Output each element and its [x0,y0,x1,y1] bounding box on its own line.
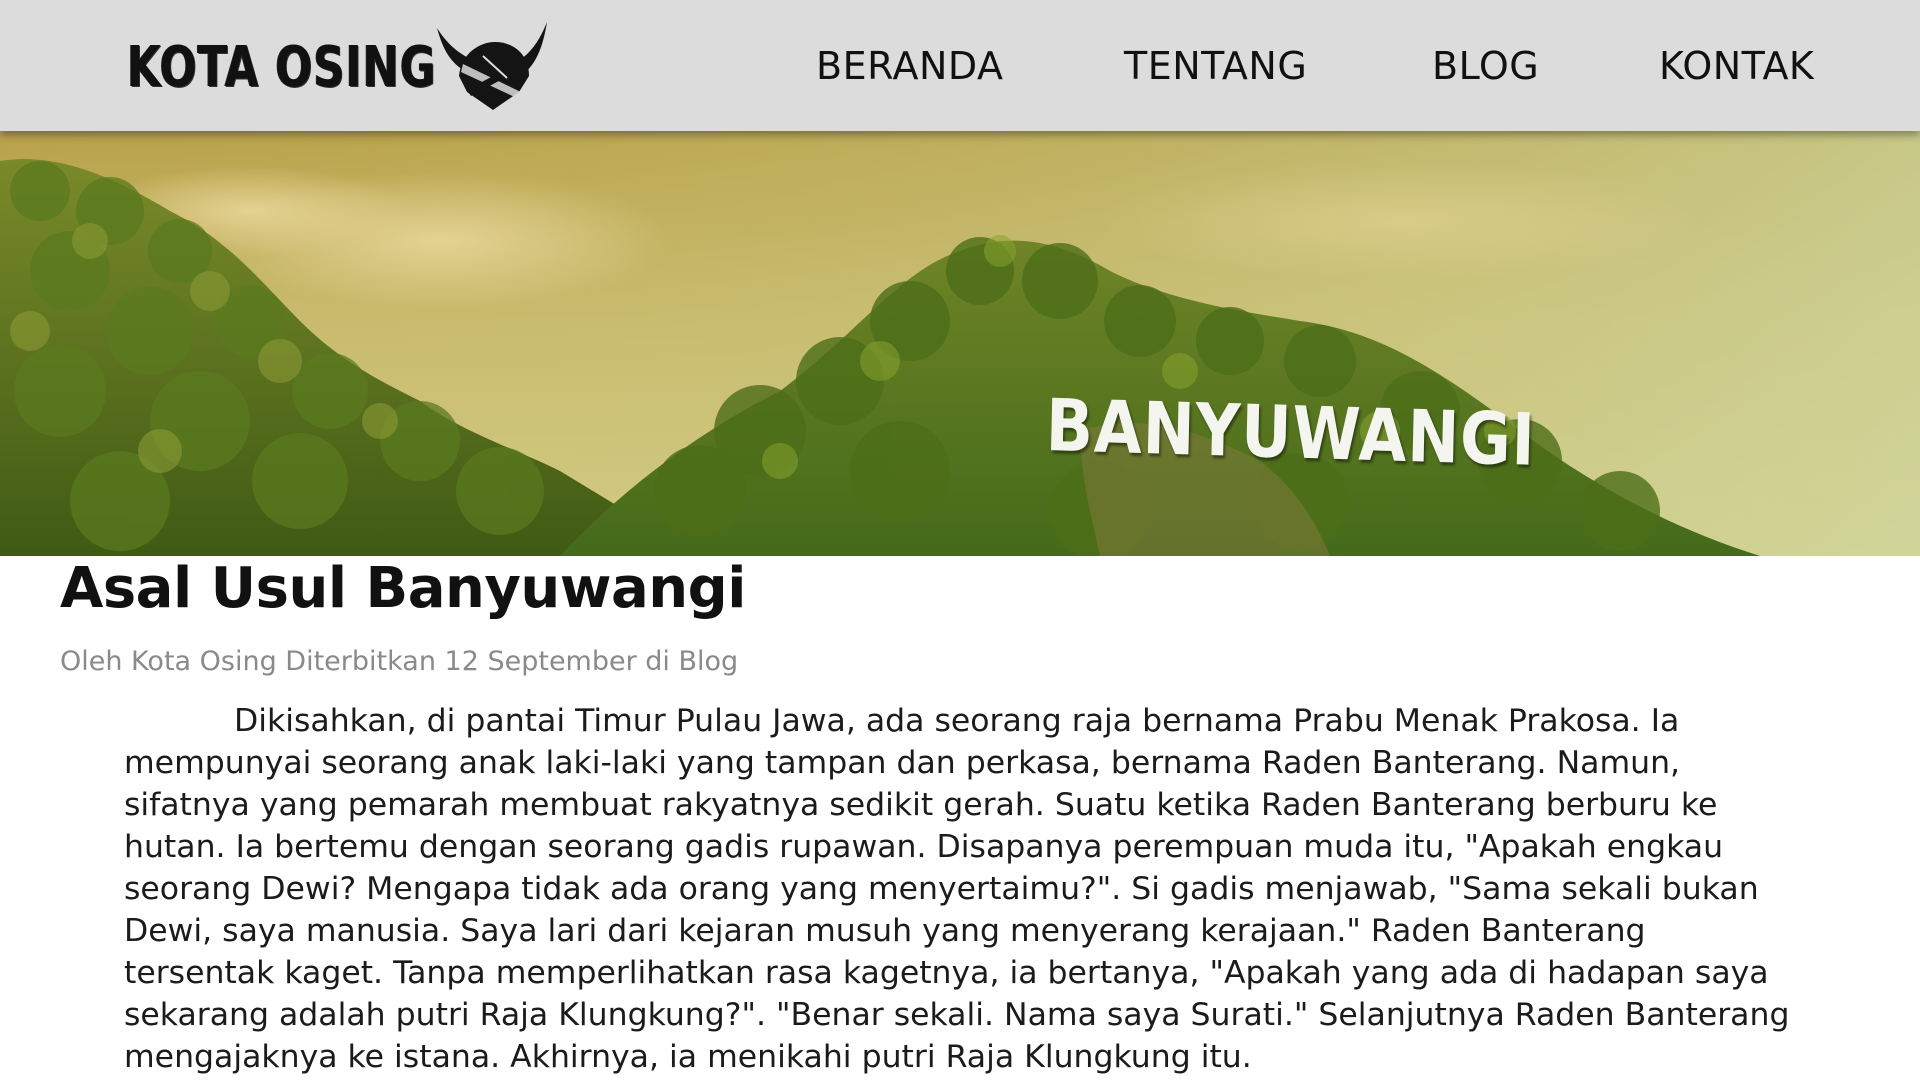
nav-blog[interactable]: BLOG [1432,44,1539,88]
hero-banner-image: BANYUWANGI [0,131,1920,556]
site-logo[interactable]: KOTA OSING [127,20,547,115]
hero-sign-text: BANYUWANGI [1045,383,1537,482]
logo-text: KOTA OSING [127,35,437,100]
nav-kontak[interactable]: KONTAK [1659,44,1814,88]
article-meta: Oleh Kota Osing Diterbitkan 12 September… [60,646,739,677]
nav-beranda[interactable]: BERANDA [816,44,1003,88]
nav-tentang[interactable]: TENTANG [1124,44,1307,88]
site-header: KOTA OSING BERANDA TENTANG BLOG KONTAK [0,0,1920,131]
horned-helmet-icon [437,22,547,110]
article-title: Asal Usul Banyuwangi [60,556,746,621]
hero-landscape-illustration [0,131,1920,556]
article-body: Dikisahkan, di pantai Timur Pulau Jawa, … [124,703,1790,1075]
